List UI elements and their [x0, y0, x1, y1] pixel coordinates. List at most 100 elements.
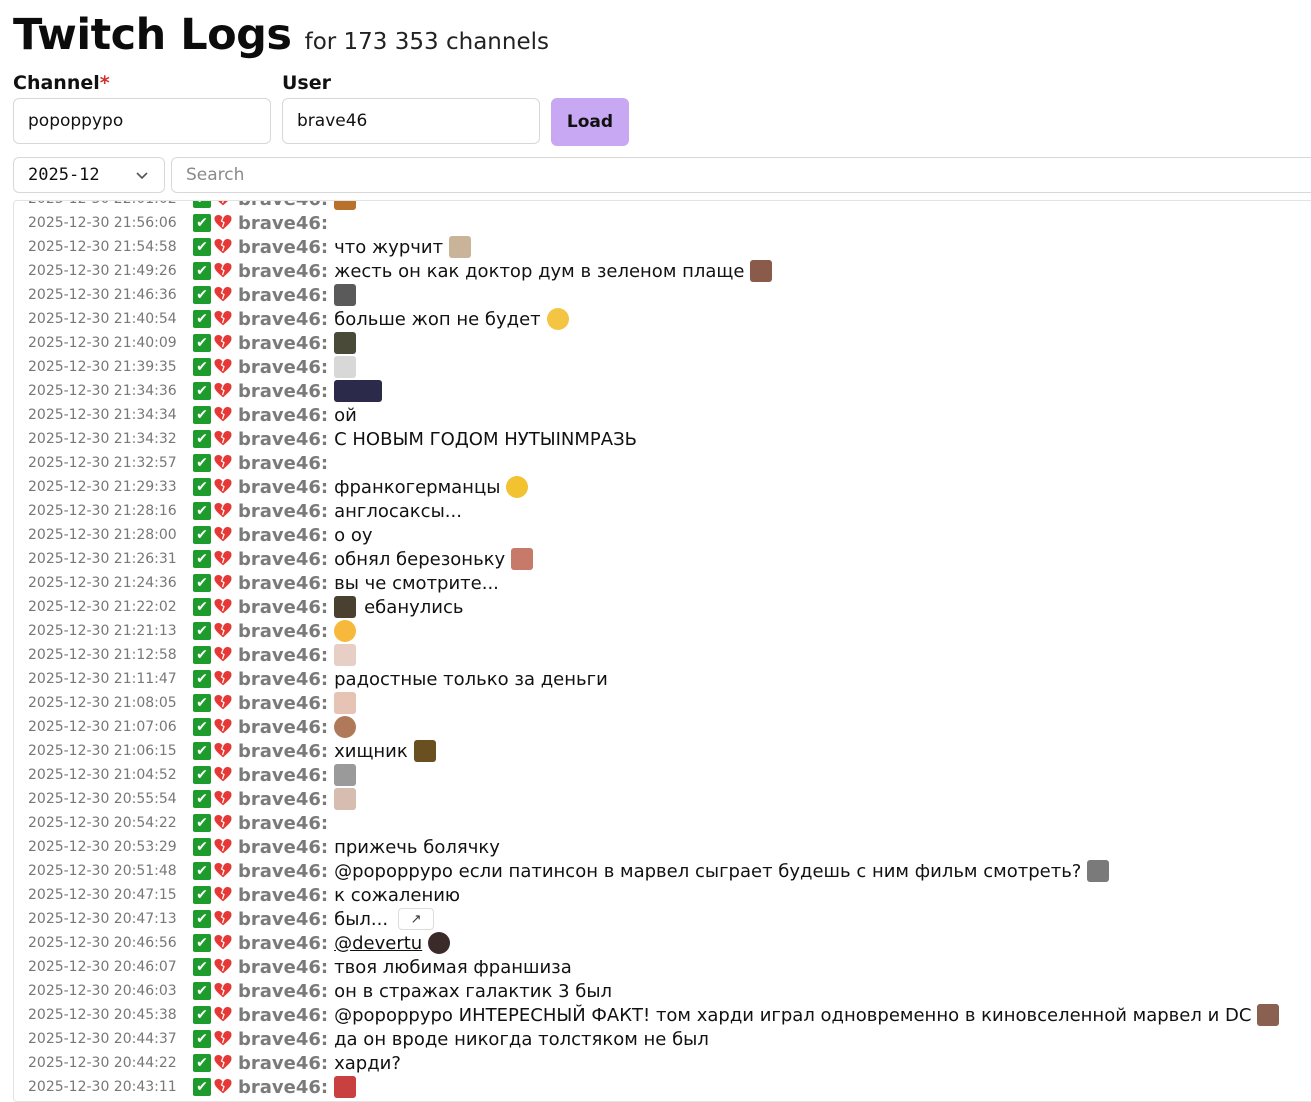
log-row: 2025-12-30 20:45:38 ✔ brave46: @popoppypo И…: [28, 1003, 1311, 1027]
emote-icon: [546, 308, 569, 330]
heart-badge-icon: [213, 885, 233, 905]
username[interactable]: brave46:: [238, 309, 328, 330]
log-row: 2025-12-30 20:43:11 ✔ brave46:: [28, 1075, 1311, 1099]
checkmark-badge-icon: ✔: [193, 862, 211, 880]
username[interactable]: brave46:: [238, 957, 328, 978]
username[interactable]: brave46:: [238, 213, 328, 234]
timestamp: 2025-12-30 20:46:07: [28, 959, 177, 975]
external-link-icon[interactable]: ↗: [398, 908, 435, 930]
timestamp: 2025-12-30 20:44:22: [28, 1055, 177, 1071]
username[interactable]: brave46:: [238, 549, 328, 570]
emote-icon: [334, 380, 383, 402]
message-text: прижечь болячку: [334, 836, 500, 858]
timestamp: 2025-12-30 21:49:26: [28, 263, 177, 279]
username[interactable]: brave46:: [238, 645, 328, 666]
checkmark-badge-icon: ✔: [193, 1054, 211, 1072]
log-row: 2025-12-30 21:34:32 ✔ brave46: С НОВЫМ ГОДО…: [28, 427, 1311, 451]
checkmark-badge-icon: ✔: [193, 1078, 211, 1096]
username[interactable]: brave46:: [238, 1005, 328, 1026]
message-text: вы че смотрите...: [334, 572, 499, 594]
username[interactable]: brave46:: [238, 357, 328, 378]
username[interactable]: brave46:: [238, 237, 328, 258]
username[interactable]: brave46:: [238, 669, 328, 690]
checkmark-badge-icon: ✔: [193, 406, 211, 424]
message-text: @popoppypo ИНТЕРЕСНЫЙ ФАКТ! том харди иг…: [334, 1004, 1252, 1026]
log-row: 2025-12-30 21:32:57 ✔ brave46:: [28, 451, 1311, 475]
heart-badge-icon: [213, 1029, 233, 1049]
chevron-down-icon: [136, 172, 148, 180]
username[interactable]: brave46:: [238, 381, 328, 402]
emote-icon: [506, 476, 529, 498]
log-row: 2025-12-30 20:54:22 ✔ brave46:: [28, 811, 1311, 835]
heart-badge-icon: [213, 1077, 233, 1097]
message-text: @popoppypo если патинсон в марвел сыграе…: [334, 860, 1082, 882]
heart-badge-icon: [213, 333, 233, 353]
username[interactable]: brave46:: [238, 741, 328, 762]
page-header: Twitch Logs for 173 353 channels: [13, 10, 549, 60]
username[interactable]: brave46:: [238, 933, 328, 954]
checkmark-badge-icon: ✔: [193, 430, 211, 448]
mention-link[interactable]: @devertu: [334, 933, 422, 954]
username[interactable]: brave46:: [238, 1029, 328, 1050]
username[interactable]: brave46:: [238, 885, 328, 906]
timestamp: 2025-12-30 20:44:37: [28, 1031, 177, 1047]
month-select[interactable]: 2025-12: [13, 157, 165, 193]
username[interactable]: brave46:: [238, 1077, 328, 1098]
username[interactable]: brave46:: [238, 453, 328, 474]
log-row: 2025-12-30 21:54:58 ✔ brave46: что журчит: [28, 235, 1311, 259]
username[interactable]: brave46:: [238, 621, 328, 642]
timestamp: 2025-12-30 21:22:02: [28, 599, 177, 615]
emote-icon: [334, 644, 357, 666]
timestamp: 2025-12-30 21:11:47: [28, 671, 177, 687]
log-row: 2025-12-30 21:24:36 ✔ brave46: вы че смотри…: [28, 571, 1311, 595]
username[interactable]: brave46:: [238, 693, 328, 714]
username[interactable]: brave46:: [238, 765, 328, 786]
timestamp: 2025-12-30 21:07:06: [28, 719, 177, 735]
heart-badge-icon: [213, 981, 233, 1001]
username[interactable]: brave46:: [238, 789, 328, 810]
username[interactable]: brave46:: [238, 597, 328, 618]
username[interactable]: brave46:: [238, 861, 328, 882]
emote-icon: [334, 332, 357, 354]
checkmark-badge-icon: ✔: [193, 262, 211, 280]
channel-input[interactable]: [13, 98, 271, 144]
username[interactable]: brave46:: [238, 981, 328, 1002]
log-row: 2025-12-30 20:46:07 ✔ brave46: твоя любимая…: [28, 955, 1311, 979]
log-row: 2025-12-30 21:07:06 ✔ brave46:: [28, 715, 1311, 739]
username[interactable]: brave46:: [238, 813, 328, 834]
username[interactable]: brave46:: [238, 501, 328, 522]
emote-icon: [334, 620, 357, 642]
search-input[interactable]: [171, 157, 1311, 193]
timestamp: 2025-12-30 22:01:02: [28, 201, 193, 207]
emote-icon: [1087, 860, 1110, 882]
log-row: 2025-12-30 20:47:15 ✔ brave46: к сожалению: [28, 883, 1311, 907]
username[interactable]: brave46:: [238, 573, 328, 594]
user-input[interactable]: [282, 98, 540, 144]
username[interactable]: brave46:: [238, 261, 328, 282]
log-row: 2025-12-30 21:28:00 ✔ brave46: о оу: [28, 523, 1311, 547]
user-label: User: [282, 72, 331, 94]
username[interactable]: brave46:: [238, 525, 328, 546]
emote-icon: [334, 356, 357, 378]
log-row: 2025-12-30 21:08:05 ✔ brave46:: [28, 691, 1311, 715]
timestamp: 2025-12-30 21:26:31: [28, 551, 177, 567]
log-panel[interactable]: 2025-12-30 22:01:02✔brave46:2025-12-30 2…: [13, 200, 1311, 1102]
heart-badge-icon: [213, 933, 233, 953]
heart-badge-icon: [213, 813, 233, 833]
username[interactable]: brave46:: [238, 909, 328, 930]
log-row: 2025-12-30 21:26:31 ✔ brave46: обнял березо…: [28, 547, 1311, 571]
username[interactable]: brave46:: [238, 1053, 328, 1074]
username[interactable]: brave46:: [238, 333, 328, 354]
username[interactable]: brave46:: [238, 429, 328, 450]
username[interactable]: brave46:: [238, 717, 328, 738]
load-button[interactable]: Load: [551, 98, 629, 146]
username[interactable]: brave46:: [238, 477, 328, 498]
timestamp: 2025-12-30 20:45:38: [28, 1007, 177, 1023]
timestamp: 2025-12-30 20:55:54: [28, 791, 177, 807]
emote-icon: [334, 201, 357, 210]
username[interactable]: brave46:: [238, 837, 328, 858]
username[interactable]: brave46:: [238, 405, 328, 426]
username[interactable]: brave46:: [238, 285, 328, 306]
username[interactable]: brave46:: [238, 201, 328, 210]
timestamp: 2025-12-30 21:28:16: [28, 503, 177, 519]
